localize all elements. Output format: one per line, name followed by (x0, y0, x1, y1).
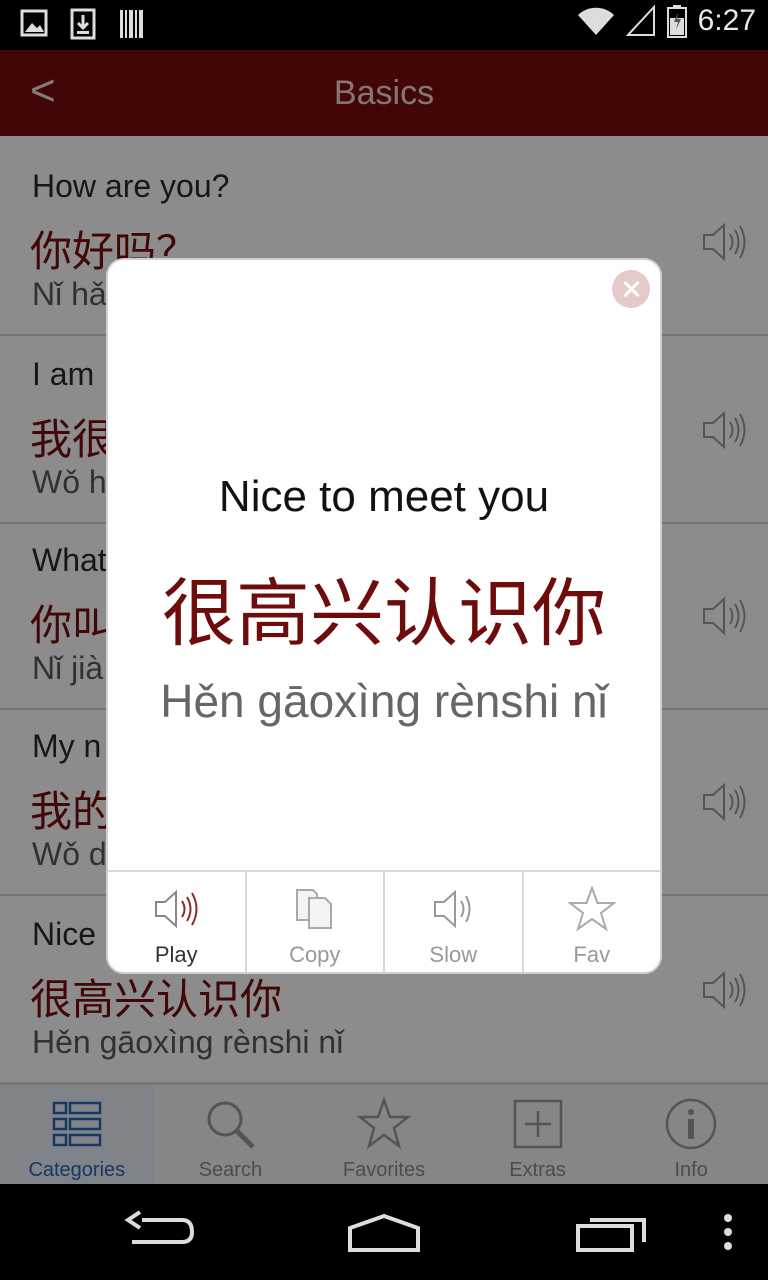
close-icon[interactable] (612, 270, 650, 308)
fav-label: Fav (573, 942, 611, 967)
slow-button[interactable]: Slow (385, 872, 524, 972)
dialog-actions: Play Copy Slow Fav (108, 870, 660, 972)
slow-label: Slow (429, 942, 478, 967)
menu-overflow-icon[interactable] (720, 1204, 736, 1260)
speaker-icon (155, 889, 198, 929)
status-clock: 6:27 (697, 4, 756, 37)
star-icon (567, 886, 616, 932)
download-notification-icon (70, 8, 96, 40)
copy-label: Copy (289, 942, 341, 967)
play-button[interactable]: Play (108, 872, 247, 972)
fav-button[interactable]: Fav (524, 872, 661, 972)
dialog-pinyin: Hěn gāoxìng rènshi nǐ (160, 675, 608, 727)
recents-nav-icon[interactable] (574, 1204, 648, 1260)
home-nav-icon[interactable] (346, 1204, 422, 1260)
speaker-slow-icon (434, 889, 471, 929)
image-notification-icon (20, 9, 48, 37)
copy-button[interactable]: Copy (247, 872, 385, 972)
phrase-dialog: Nice to meet you 很高兴认识你 Hěn gāoxìng rèns… (106, 258, 662, 974)
dialog-chinese: 很高兴认识你 (162, 571, 606, 657)
status-bar: 6:27 (0, 0, 768, 50)
dialog-english: Nice to meet you (218, 472, 550, 521)
play-label: Play (154, 942, 198, 967)
system-nav-bar (0, 1184, 768, 1280)
wifi-icon (577, 7, 614, 36)
copy-icon (295, 889, 332, 929)
back-nav-icon[interactable] (124, 1204, 196, 1260)
battery-icon (666, 5, 687, 38)
signal-icon (625, 5, 655, 36)
barcode-notification-icon (120, 10, 143, 38)
